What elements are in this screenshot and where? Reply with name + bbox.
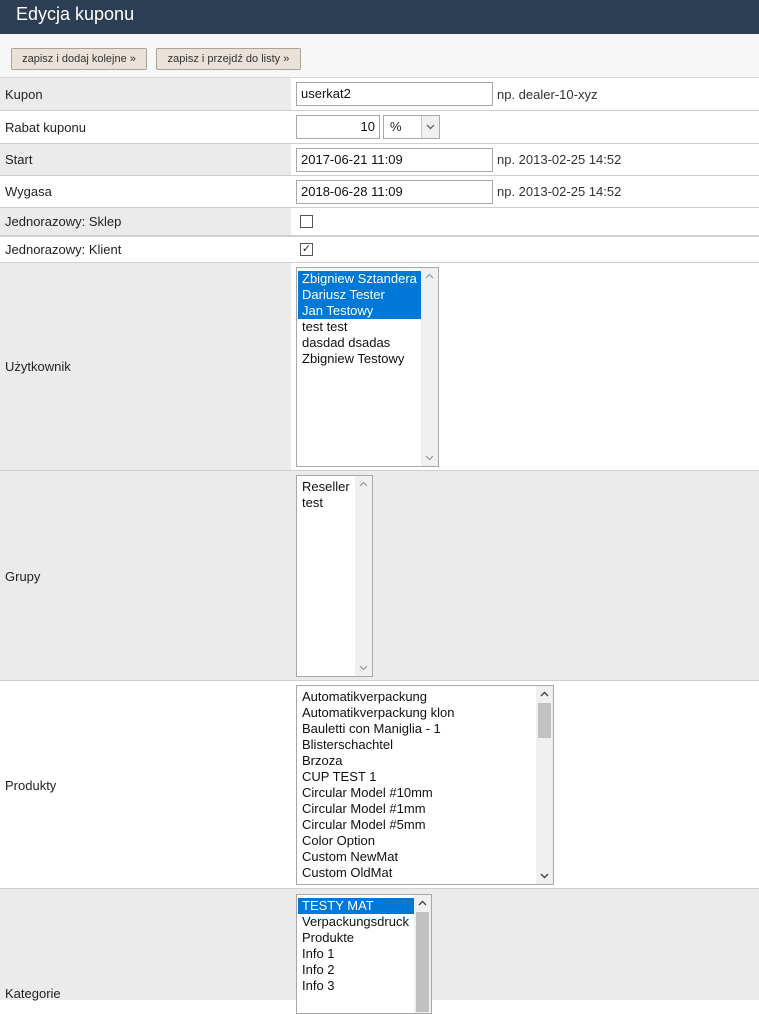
list-item[interactable]: Custom OldMat [298, 865, 536, 881]
rabat-unit-select[interactable]: % [383, 115, 440, 139]
products-options: Automatikverpackung Automatikverpackung … [298, 689, 536, 881]
list-item[interactable]: Bauletti con Maniglia - 1 [298, 721, 536, 737]
one-time-shop-value-cell [291, 208, 759, 235]
chevron-up-icon[interactable] [421, 268, 438, 284]
user-options: Zbigniew Sztandera Dariusz Tester Jan Te… [298, 271, 421, 367]
groups-options: Reseller test [298, 479, 355, 511]
list-item[interactable]: Custom NewMat [298, 849, 536, 865]
form-row-start: Start 2017-06-21 11:09 np. 2013-02-25 14… [0, 144, 759, 176]
products-list-scrollbar[interactable] [536, 686, 553, 884]
list-item[interactable]: Zbigniew Sztandera [298, 271, 421, 287]
kupon-input[interactable]: userkat2 [296, 82, 493, 106]
rabat-input[interactable]: 10 [296, 115, 380, 139]
chevron-down-icon[interactable] [355, 660, 372, 676]
rabat-value-cell: 10 % [291, 111, 759, 143]
form-row-wygasa: Wygasa 2018-06-28 11:09 np. 2013-02-25 1… [0, 176, 759, 208]
start-label: Start [5, 152, 33, 167]
products-multiselect[interactable]: Automatikverpackung Automatikverpackung … [296, 685, 554, 885]
categories-list-scrollbar[interactable] [414, 895, 431, 1013]
form-row-categories: Kategorie TESTY MAT Verpackungsdruck Pro… [0, 889, 759, 1014]
list-item[interactable]: dasdad dsadas [298, 335, 421, 351]
categories-options: TESTY MAT Verpackungsdruck Produkte Info… [298, 898, 414, 994]
list-item[interactable]: Brzoza [298, 753, 536, 769]
kupon-label: Kupon [5, 87, 43, 102]
groups-label: Grupy [5, 569, 41, 584]
chevron-up-icon[interactable] [355, 476, 372, 492]
toolbar: zapisz i dodaj kolejne » zapisz i przejd… [0, 34, 759, 78]
list-item[interactable]: Reseller [298, 479, 355, 495]
chevron-up-icon[interactable] [536, 686, 553, 702]
list-item[interactable]: Verpackungsdruck [298, 914, 414, 930]
groups-list-scrollbar[interactable] [355, 476, 372, 676]
form-row-rabat: Rabat kuponu 10 % [0, 111, 759, 144]
one-time-shop-label: Jednorazowy: Sklep [5, 214, 122, 229]
form-row-groups: Grupy Reseller test [0, 471, 759, 681]
page-title: Edycja kuponu [16, 4, 135, 24]
expiry-date-input[interactable]: 2018-06-28 11:09 [296, 180, 493, 204]
list-item[interactable]: test test [298, 319, 421, 335]
one-time-client-checkbox[interactable]: ✓ [300, 243, 313, 256]
list-item[interactable]: TESTY MAT [298, 898, 414, 914]
kupon-hint: np. dealer-10-xyz [497, 87, 598, 102]
wygasa-value-cell: 2018-06-28 11:09 np. 2013-02-25 14:52 [291, 176, 759, 207]
categories-scroll-thumb[interactable] [416, 912, 429, 1012]
categories-value-cell: TESTY MAT Verpackungsdruck Produkte Info… [291, 889, 759, 1014]
rabat-label: Rabat kuponu [5, 120, 86, 135]
user-value-cell: Zbigniew Sztandera Dariusz Tester Jan Te… [291, 263, 759, 470]
products-value-cell: Automatikverpackung Automatikverpackung … [291, 681, 759, 888]
list-item[interactable]: CUP TEST 1 [298, 769, 536, 785]
save-and-go-to-list-button[interactable]: zapisz i przejdź do listy » [156, 48, 301, 70]
categories-multiselect[interactable]: TESTY MAT Verpackungsdruck Produkte Info… [296, 894, 432, 1014]
kupon-value-cell: userkat2 np. dealer-10-xyz [291, 78, 759, 110]
chevron-up-icon[interactable] [414, 895, 431, 911]
list-item[interactable]: Info 2 [298, 962, 414, 978]
list-item[interactable]: Circular Model #5mm [298, 817, 536, 833]
page-title-bar: Edycja kuponu [0, 0, 759, 34]
categories-label: Kategorie [5, 986, 61, 1001]
user-list-scrollbar[interactable] [421, 268, 438, 466]
groups-multiselect[interactable]: Reseller test [296, 475, 373, 677]
list-item[interactable]: Dariusz Tester [298, 287, 421, 303]
groups-value-cell: Reseller test [291, 471, 759, 680]
user-multiselect[interactable]: Zbigniew Sztandera Dariusz Tester Jan Te… [296, 267, 439, 467]
list-item[interactable]: Color Option [298, 833, 536, 849]
list-item[interactable]: Jan Testowy [298, 303, 421, 319]
list-item[interactable]: Zbigniew Testowy [298, 351, 421, 367]
wygasa-hint: np. 2013-02-25 14:52 [497, 184, 622, 199]
form-row-kupon: Kupon userkat2 np. dealer-10-xyz [0, 78, 759, 111]
start-value-cell: 2017-06-21 11:09 np. 2013-02-25 14:52 [291, 144, 759, 175]
list-item[interactable]: Circular Model #1mm [298, 801, 536, 817]
chevron-down-icon [421, 116, 439, 138]
save-and-add-button[interactable]: zapisz i dodaj kolejne » [11, 48, 147, 70]
list-item[interactable]: Produkte [298, 930, 414, 946]
list-item[interactable]: Automatikverpackung [298, 689, 536, 705]
form-row-products: Produkty Automatikverpackung Automatikve… [0, 681, 759, 889]
products-label: Produkty [5, 778, 57, 793]
chevron-down-icon[interactable] [536, 868, 553, 884]
start-date-input[interactable]: 2017-06-21 11:09 [296, 148, 493, 172]
user-label: Użytkownik [5, 359, 71, 374]
chevron-down-icon[interactable] [421, 450, 438, 466]
form-row-one-time-client: Jednorazowy: Klient ✓ [0, 236, 759, 263]
one-time-client-label: Jednorazowy: Klient [5, 242, 122, 257]
list-item[interactable]: Automatikverpackung klon [298, 705, 536, 721]
one-time-shop-checkbox[interactable] [300, 215, 313, 228]
list-item[interactable]: Blisterschachtel [298, 737, 536, 753]
one-time-client-value-cell: ✓ [291, 237, 759, 262]
list-item[interactable]: Circular Model #10mm [298, 785, 536, 801]
list-item[interactable]: Info 3 [298, 978, 414, 994]
wygasa-label: Wygasa [5, 184, 52, 199]
list-item[interactable]: test [298, 495, 355, 511]
form-row-one-time-shop: Jednorazowy: Sklep [0, 208, 759, 236]
form-row-user: Użytkownik Zbigniew Sztandera Dariusz Te… [0, 263, 759, 471]
start-hint: np. 2013-02-25 14:52 [497, 152, 622, 167]
rabat-unit-value: % [390, 119, 402, 134]
list-item[interactable]: Info 1 [298, 946, 414, 962]
products-scroll-thumb[interactable] [538, 703, 551, 738]
